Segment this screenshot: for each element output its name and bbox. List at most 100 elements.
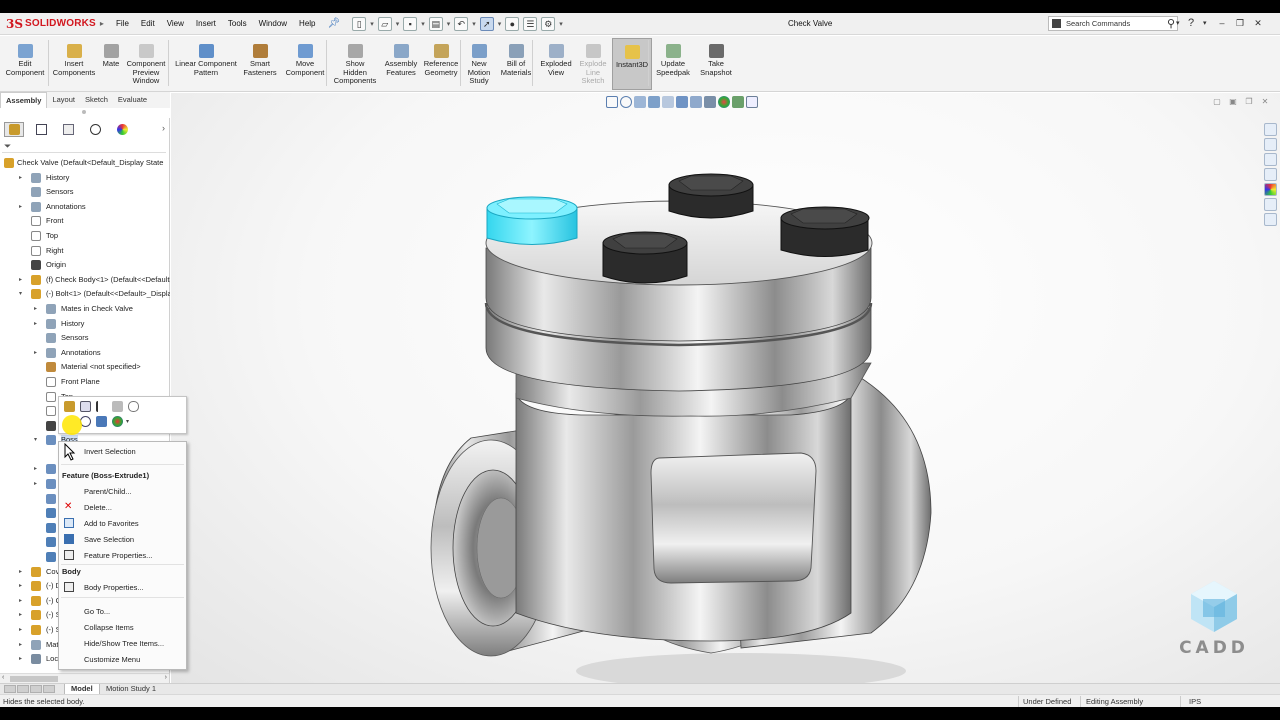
expand-arrow-icon[interactable]: ▸ bbox=[34, 349, 37, 356]
select-caret-icon[interactable]: ▾ bbox=[498, 20, 502, 28]
expand-arrow-icon[interactable]: ▸ bbox=[19, 568, 22, 575]
expand-arrow-icon[interactable]: ▸ bbox=[34, 465, 37, 472]
close-icon[interactable]: ✕ bbox=[1250, 16, 1266, 30]
new-motion-study-button[interactable]: New Motion Study bbox=[464, 38, 494, 90]
menu-view[interactable]: View bbox=[161, 19, 190, 28]
undo-icon[interactable]: ↶ bbox=[454, 16, 469, 31]
collapse-arrow-icon[interactable]: ▾ bbox=[34, 436, 37, 443]
check-valve-model[interactable] bbox=[171, 93, 1280, 683]
menu-insert[interactable]: Insert bbox=[190, 19, 222, 28]
exploded-view-button[interactable]: Exploded View bbox=[536, 38, 576, 90]
expand-arrow-icon[interactable]: ▸ bbox=[19, 611, 22, 618]
dimension-icon[interactable] bbox=[96, 401, 107, 412]
tree-filter[interactable]: ⏷ bbox=[2, 140, 166, 153]
menu-help[interactable]: Help bbox=[293, 19, 321, 28]
save-caret-icon[interactable]: ▾ bbox=[421, 20, 425, 28]
menu-tools[interactable]: Tools bbox=[222, 19, 253, 28]
prev-tab-icon[interactable] bbox=[17, 685, 29, 693]
tab-evaluate[interactable]: Evaluate bbox=[113, 92, 152, 108]
display-manager-tab[interactable] bbox=[112, 122, 132, 137]
take-snapshot-button[interactable]: Take Snapshot bbox=[694, 38, 738, 90]
explode-line-sketch-button[interactable]: Explode Line Sketch bbox=[576, 38, 610, 90]
pane-splitter-grip[interactable] bbox=[82, 110, 86, 114]
edit-part-icon[interactable] bbox=[80, 401, 91, 412]
menu-go-to[interactable]: Go To... bbox=[59, 604, 186, 618]
graphics-area[interactable]: ▢ ▣ ❐ ✕ CADD bbox=[171, 93, 1280, 683]
tree-item[interactable]: ▸ History bbox=[0, 317, 170, 332]
component-preview-button[interactable]: Component Preview Window bbox=[124, 38, 168, 90]
expand-arrow-icon[interactable]: ▸ bbox=[19, 626, 22, 633]
menu-body-properties[interactable]: Body Properties... bbox=[59, 580, 186, 594]
menu-delete[interactable]: ✕ Delete... bbox=[59, 500, 186, 514]
tree-item[interactable]: Check Valve (Default<Default_Display Sta… bbox=[0, 156, 170, 171]
traffic-light-icon[interactable]: ● bbox=[505, 16, 520, 31]
status-units[interactable]: IPS bbox=[1189, 697, 1201, 706]
tree-item[interactable]: Sensors bbox=[0, 185, 170, 200]
tree-item[interactable]: ▸ History bbox=[0, 171, 170, 186]
configuration-manager-tab[interactable] bbox=[58, 122, 78, 137]
scroll-left-icon[interactable]: ‹ bbox=[2, 674, 4, 681]
new-document-icon[interactable]: ▯ bbox=[352, 16, 367, 31]
tree-item[interactable]: Right bbox=[0, 244, 170, 259]
search-commands-input[interactable]: Search Commands ⚲ bbox=[1048, 16, 1178, 31]
tree-item[interactable]: Front Plane bbox=[0, 375, 170, 390]
search-caret-icon[interactable]: ▾ bbox=[1176, 19, 1180, 27]
expand-arrow-icon[interactable]: ▸ bbox=[19, 174, 22, 181]
expand-arrow-icon[interactable]: ▸ bbox=[19, 597, 22, 604]
feature-manager-tab[interactable] bbox=[4, 121, 24, 137]
tree-item[interactable]: Sensors bbox=[0, 331, 170, 346]
tab-assembly[interactable]: Assembly bbox=[0, 92, 48, 108]
expand-arrow-icon[interactable]: ▸ bbox=[19, 641, 22, 648]
first-tab-icon[interactable] bbox=[4, 685, 16, 693]
help-icon[interactable]: ? bbox=[1188, 17, 1194, 29]
next-tab-icon[interactable] bbox=[30, 685, 42, 693]
open-caret-icon[interactable]: ▾ bbox=[396, 20, 400, 28]
help-caret-icon[interactable]: ▾ bbox=[1203, 19, 1207, 27]
menu-window[interactable]: Window bbox=[253, 19, 293, 28]
expand-arrow-icon[interactable]: ▸ bbox=[19, 203, 22, 210]
menu-invert-selection[interactable]: Invert Selection bbox=[59, 444, 186, 458]
menu-parent-child[interactable]: Parent/Child... bbox=[59, 484, 186, 498]
options-caret-icon[interactable]: ▾ bbox=[559, 20, 563, 28]
undo-caret-icon[interactable]: ▾ bbox=[472, 20, 476, 28]
select-arrow-icon[interactable]: ➚ bbox=[479, 16, 494, 31]
menu-edit[interactable]: Edit bbox=[135, 19, 161, 28]
mate-button[interactable]: Mate bbox=[100, 38, 122, 90]
menu-save-selection[interactable]: Save Selection bbox=[59, 532, 186, 546]
new-caret-icon[interactable]: ▾ bbox=[370, 20, 374, 28]
hide-body-icon[interactable] bbox=[112, 401, 123, 412]
tree-item[interactable]: Front bbox=[0, 214, 170, 229]
assembly-features-button[interactable]: Assembly Features bbox=[382, 38, 420, 90]
restore-icon[interactable]: ❐ bbox=[1232, 16, 1248, 30]
last-tab-icon[interactable] bbox=[43, 685, 55, 693]
tree-item[interactable]: Top bbox=[0, 229, 170, 244]
show-hidden-button[interactable]: Show Hidden Components bbox=[330, 38, 380, 90]
collapse-arrow-icon[interactable]: ▾ bbox=[19, 290, 22, 297]
chevron-right-icon[interactable]: › bbox=[162, 123, 165, 133]
tree-item[interactable]: ▸ (f) Check Body<1> (Default<<Default>_ bbox=[0, 273, 170, 288]
pin-icon[interactable]: 📌︎ bbox=[328, 18, 341, 29]
insert-components-button[interactable]: Insert Components bbox=[50, 38, 98, 90]
bolt-front[interactable] bbox=[602, 231, 688, 284]
update-speedpak-button[interactable]: Update Speedpak bbox=[652, 38, 694, 90]
linear-pattern-button[interactable]: Linear Component Pattern bbox=[172, 38, 240, 90]
menu-add-to-favorites[interactable]: Add to Favorites bbox=[59, 516, 186, 530]
expand-arrow-icon[interactable]: ▸ bbox=[19, 582, 22, 589]
tab-sketch[interactable]: Sketch bbox=[80, 92, 113, 108]
print-icon[interactable]: ▤ bbox=[428, 16, 443, 31]
menu-hide-show-tree-items[interactable]: Hide/Show Tree Items... bbox=[59, 636, 186, 650]
logo-flyout-icon[interactable]: ▸ bbox=[100, 19, 104, 28]
tree-item[interactable]: ▾ (-) Bolt<1> (Default<<Default>_Display bbox=[0, 287, 170, 302]
bolt-right[interactable] bbox=[780, 206, 870, 257]
appearance-icon[interactable] bbox=[112, 416, 123, 427]
tree-item[interactable]: ▸ Annotations bbox=[0, 200, 170, 215]
tree-item[interactable]: Material <not specified> bbox=[0, 360, 170, 375]
tree-horizontal-scrollbar[interactable]: ‹ › bbox=[0, 673, 169, 683]
bolt-selected[interactable] bbox=[486, 196, 578, 245]
tab-layout[interactable]: Layout bbox=[47, 92, 80, 108]
bolt-back[interactable] bbox=[668, 173, 754, 219]
expand-arrow-icon[interactable]: ▸ bbox=[19, 655, 22, 662]
expand-arrow-icon[interactable]: ▸ bbox=[34, 320, 37, 327]
minimize-icon[interactable]: – bbox=[1214, 16, 1230, 30]
dimxpert-manager-tab[interactable] bbox=[85, 122, 105, 137]
